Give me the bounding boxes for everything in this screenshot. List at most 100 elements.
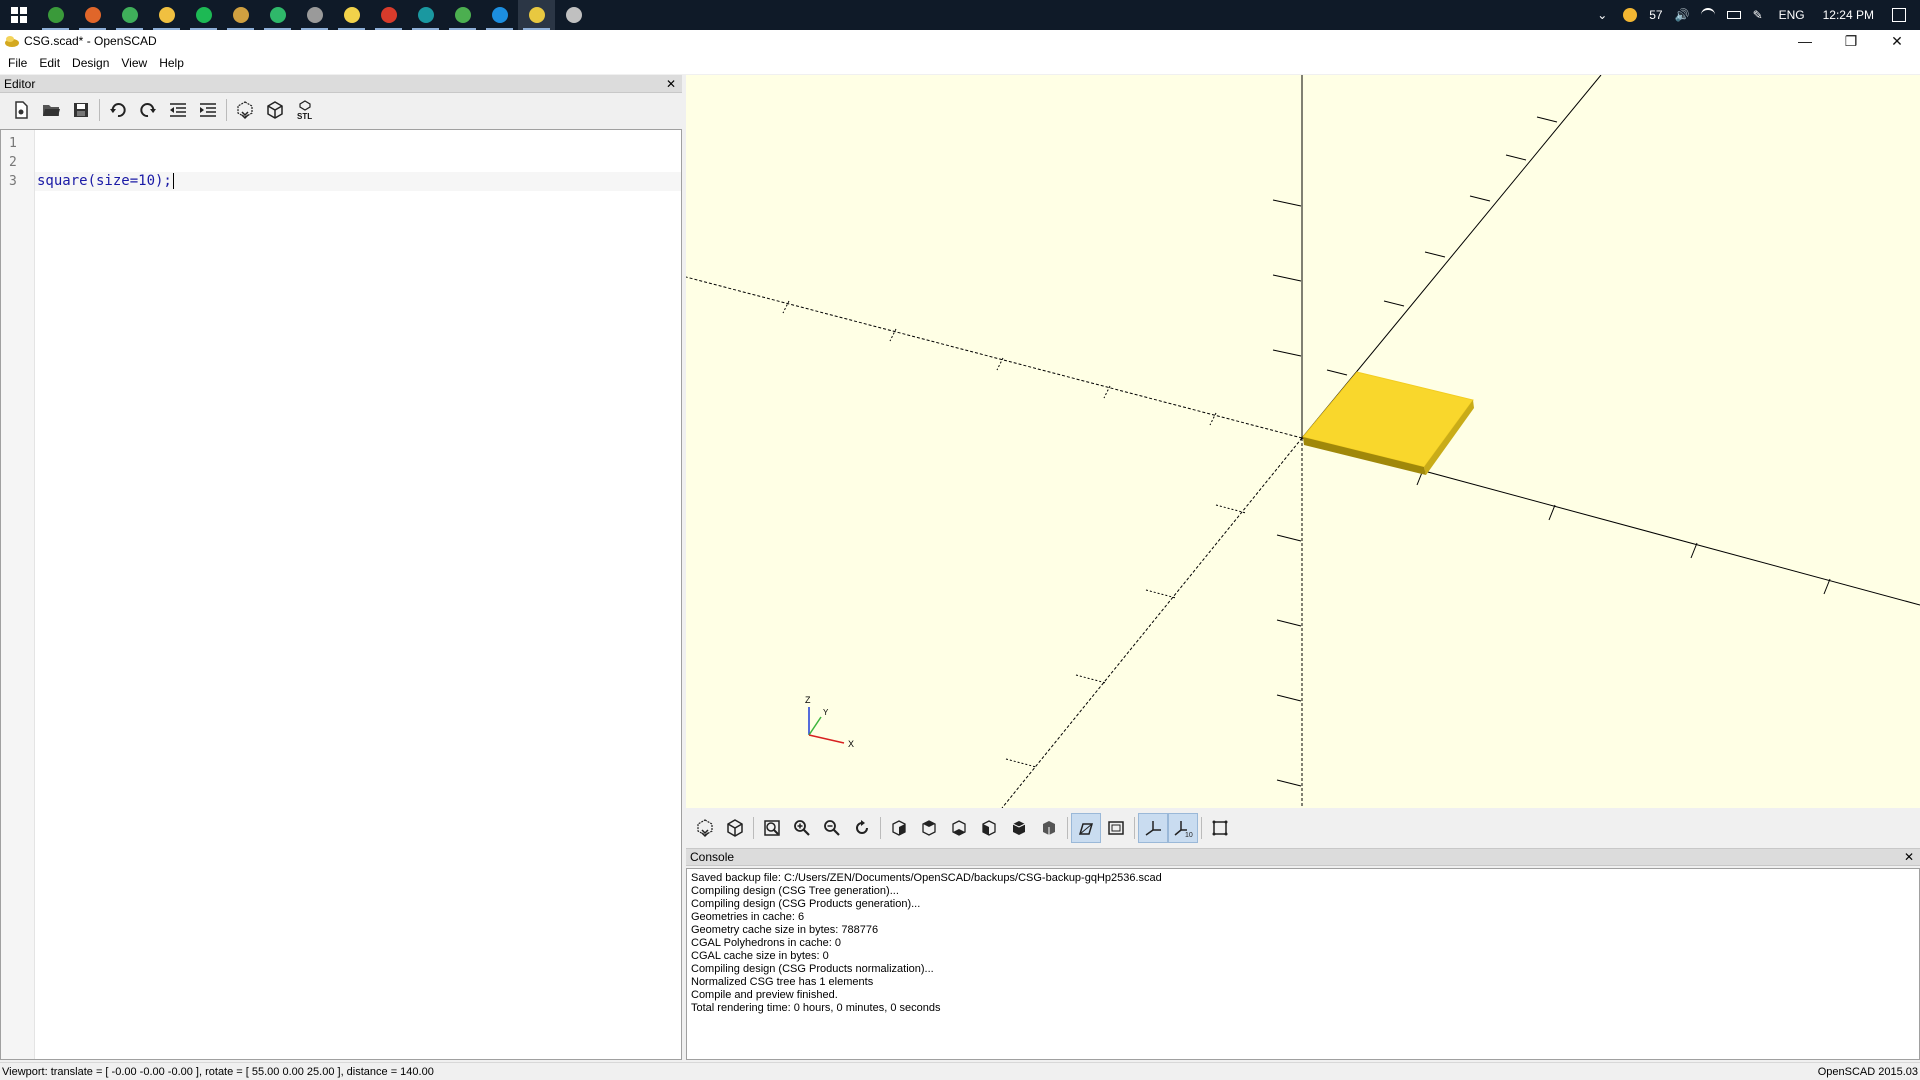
view-front-icon (1012, 821, 1026, 835)
show-edges-button[interactable] (1205, 813, 1235, 843)
editor-header: Editor ✕ (0, 75, 682, 93)
show-scale-markers-button[interactable]: 10 (1168, 813, 1198, 843)
console-line: CGAL Polyhedrons in cache: 0 (691, 937, 842, 949)
skype-taskbar-button[interactable] (481, 0, 518, 30)
globe-app-icon (565, 7, 582, 23)
view-left-button[interactable] (974, 813, 1004, 843)
render-button[interactable] (720, 813, 750, 843)
editor-toolbar: STL (0, 93, 682, 127)
arduino-icon (417, 7, 434, 23)
view-bottom-button[interactable] (944, 813, 974, 843)
redo-icon (140, 103, 156, 118)
battery-icon[interactable] (1726, 11, 1741, 19)
media-app-icon (306, 7, 323, 23)
menu-file-label: File (8, 56, 28, 70)
menu-view[interactable]: View (115, 56, 153, 70)
unindent-button[interactable] (163, 96, 193, 124)
git-app-taskbar-button[interactable] (222, 0, 259, 30)
preview-button[interactable] (230, 96, 260, 124)
text-caret (172, 173, 174, 189)
restore-button[interactable]: ❐ (1828, 30, 1874, 52)
code-line-current[interactable]: square(size=10); (35, 172, 681, 191)
file-explorer-taskbar-button[interactable] (148, 0, 185, 30)
pen-icon[interactable]: ✎ (1753, 8, 1767, 22)
render-button[interactable] (260, 96, 290, 124)
menu-view-label: View (121, 56, 148, 70)
perspective-button[interactable] (1071, 813, 1101, 843)
menu-help-label: Help (159, 56, 184, 70)
square-model[interactable] (1302, 371, 1474, 475)
globe-app-taskbar-button[interactable] (555, 0, 592, 30)
code-line[interactable] (35, 134, 681, 153)
editor-panel: Editor ✕ STL 1 2 3 square(size=10); (0, 75, 682, 1060)
clock[interactable]: 12:24 PM (1823, 8, 1874, 22)
console-output[interactable]: Saved backup file: C:/Users/ZEN/Document… (686, 868, 1920, 1060)
close-window-button[interactable]: ✕ (1874, 30, 1920, 52)
code-line[interactable] (35, 153, 681, 172)
indent-button[interactable] (193, 96, 223, 124)
view-top-button[interactable] (914, 813, 944, 843)
reset-view-button[interactable] (847, 813, 877, 843)
volume-icon[interactable]: 🔊 (1675, 8, 1690, 22)
save-file-icon (74, 103, 88, 117)
minimize-button[interactable]: — (1782, 30, 1828, 52)
view-left-icon (982, 820, 996, 836)
menu-edit[interactable]: Edit (33, 56, 66, 70)
menu-help[interactable]: Help (153, 56, 190, 70)
view-front-button[interactable] (1004, 813, 1034, 843)
green-arrow-app-taskbar-button[interactable] (259, 0, 296, 30)
zoom-in-button[interactable] (787, 813, 817, 843)
terminal-app-icon (47, 7, 64, 23)
media-app-taskbar-button[interactable] (296, 0, 333, 30)
undo-button[interactable] (103, 96, 133, 124)
new-file-button[interactable] (6, 96, 36, 124)
open-file-button[interactable] (36, 96, 66, 124)
reset-view-icon (856, 820, 868, 834)
show-hidden-icons-chevron-icon[interactable]: ⌄ (1597, 8, 1611, 22)
orthogonal-button[interactable] (1101, 813, 1131, 843)
svg-text:STL: STL (297, 112, 312, 120)
show-axes-icon (1145, 821, 1161, 836)
export-stl-button[interactable]: STL (290, 96, 320, 124)
view-all-button[interactable] (757, 813, 787, 843)
3d-viewport[interactable]: Z Y X (686, 75, 1920, 808)
view-bottom-icon (952, 820, 966, 836)
terminal-app-taskbar-button[interactable] (37, 0, 74, 30)
menu-design[interactable]: Design (66, 56, 115, 70)
spotify-taskbar-button[interactable] (185, 0, 222, 30)
code-text-area[interactable]: square(size=10); (35, 130, 681, 1059)
firefox-taskbar-button[interactable] (74, 0, 111, 30)
zoom-out-button[interactable] (817, 813, 847, 843)
arduino-taskbar-button[interactable] (407, 0, 444, 30)
notifications-icon[interactable] (1892, 8, 1906, 22)
editor-close-button[interactable]: ✕ (664, 77, 678, 91)
preview-icon (697, 819, 713, 838)
acrobat-taskbar-button[interactable] (370, 0, 407, 30)
redo-button[interactable] (133, 96, 163, 124)
console-close-button[interactable]: ✕ (1902, 850, 1916, 864)
console-line: Compiling design (CSG Tree generation)..… (691, 885, 899, 897)
green-arrow-app-icon (269, 7, 286, 23)
export-stl-icon: STL (297, 100, 312, 120)
windows-start-taskbar-button[interactable] (0, 0, 37, 30)
wifi-icon[interactable] (1700, 8, 1715, 22)
green-circle-app-taskbar-button[interactable] (444, 0, 481, 30)
weather-temp[interactable]: 57 (1649, 8, 1662, 22)
console-line: Compiling design (CSG Products generatio… (691, 898, 921, 910)
save-file-button[interactable] (66, 96, 96, 124)
language-indicator[interactable]: ENG (1779, 8, 1805, 22)
chrome-green-taskbar-button[interactable] (111, 0, 148, 30)
show-axes-button[interactable] (1138, 813, 1168, 843)
view-right-button[interactable] (884, 813, 914, 843)
spotify-icon (195, 7, 212, 23)
line-number: 2 (9, 155, 17, 170)
preview-button[interactable] (690, 813, 720, 843)
menu-file[interactable]: File (2, 56, 33, 70)
sticky-notes-taskbar-button[interactable] (333, 0, 370, 30)
view-back-button[interactable] (1034, 813, 1064, 843)
console-panel: Console ✕ Saved backup file: C:/Users/ZE… (686, 848, 1920, 1060)
openscad-taskbar-taskbar-button[interactable] (518, 0, 555, 30)
code-editor[interactable]: 1 2 3 square(size=10); (0, 129, 682, 1060)
render-icon (267, 101, 283, 119)
weather-icon[interactable] (1623, 8, 1638, 22)
